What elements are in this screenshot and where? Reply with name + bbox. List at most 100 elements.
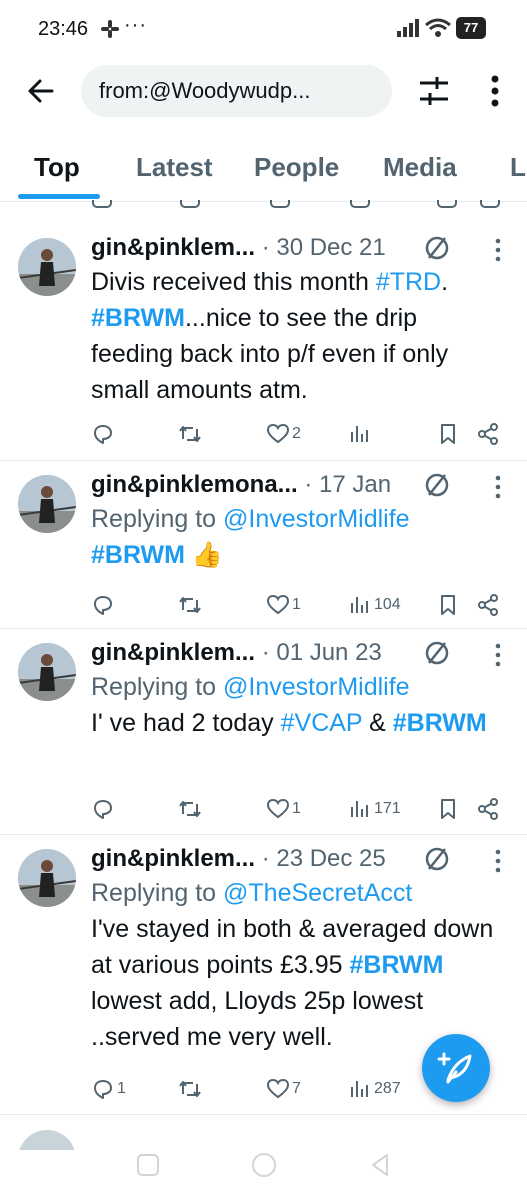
tab-lists[interactable]: Li xyxy=(510,152,527,183)
heart-icon xyxy=(266,594,290,615)
author-name[interactable]: gin&pinklem... xyxy=(91,845,255,872)
bookmark-icon[interactable] xyxy=(437,200,457,208)
author-name[interactable]: gin&pinklem... xyxy=(91,234,255,261)
hashtag-link[interactable]: #TRD xyxy=(376,268,441,296)
reply-handle-link[interactable]: @TheSecretAcct xyxy=(223,879,412,907)
arrow-left-icon[interactable] xyxy=(24,74,58,108)
views-button[interactable]: 287 xyxy=(348,1075,401,1103)
bookmark-button[interactable] xyxy=(436,591,460,619)
like-button[interactable]: 7 xyxy=(266,1075,301,1103)
hashtag-link[interactable]: #BRWM xyxy=(350,951,444,979)
more-vertical-icon[interactable] xyxy=(487,473,509,501)
reply-icon[interactable] xyxy=(92,200,112,208)
replying-to: Replying to @TheSecretAcct xyxy=(91,875,503,911)
more-vertical-icon[interactable] xyxy=(487,847,509,875)
tweet-date[interactable]: · 23 Dec 25 xyxy=(262,845,386,872)
replying-to: Replying to @InvestorMidlife xyxy=(91,669,503,705)
avatar[interactable] xyxy=(18,643,76,701)
hashtag-link[interactable]: #BRWM xyxy=(91,541,185,569)
reply-button[interactable]: 1 xyxy=(91,1075,126,1103)
reply-button[interactable] xyxy=(91,591,117,619)
hashtag-link[interactable]: #VCAP xyxy=(281,709,363,737)
view-count: 287 xyxy=(374,1080,401,1097)
views-icon xyxy=(351,597,368,613)
views-button[interactable]: 171 xyxy=(348,795,401,823)
more-vertical-icon[interactable] xyxy=(487,236,509,264)
share-icon xyxy=(478,798,498,820)
retweet-icon[interactable] xyxy=(180,200,200,208)
replying-to-label: Replying to xyxy=(91,505,224,533)
share-button[interactable] xyxy=(476,420,500,448)
bookmark-button[interactable] xyxy=(436,420,460,448)
tweet-text-run: . xyxy=(441,268,449,296)
replying-to-label: Replying to xyxy=(91,673,224,701)
share-button[interactable] xyxy=(476,795,500,823)
tab-media[interactable]: Media xyxy=(383,152,457,183)
tweet-actions: 1 171 xyxy=(91,795,511,823)
reply-handle-link[interactable]: @InvestorMidlife xyxy=(223,505,410,533)
grok-icon[interactable] xyxy=(423,471,451,499)
replying-to-label: Replying to xyxy=(91,879,224,907)
more-vertical-icon[interactable] xyxy=(480,72,510,110)
tweet[interactable]: gin&pinklemona... · 17 Jan Replying to @… xyxy=(0,461,527,629)
like-count: 2 xyxy=(292,425,301,442)
compose-button[interactable] xyxy=(422,1034,490,1102)
next-tweet-peek xyxy=(0,1116,527,1150)
grok-icon[interactable] xyxy=(423,845,451,873)
view-count: 104 xyxy=(374,596,401,613)
like-button[interactable]: 1 xyxy=(266,591,301,619)
share-icon[interactable] xyxy=(480,200,500,208)
reply-button[interactable] xyxy=(91,795,117,823)
tweet-date[interactable]: · 17 Jan xyxy=(304,471,391,498)
back-triangle-icon[interactable] xyxy=(370,1153,390,1177)
more-vertical-icon[interactable] xyxy=(487,641,509,669)
share-icon xyxy=(478,594,498,616)
avatar[interactable] xyxy=(18,475,76,533)
search-tabs: Top Latest People Media Li xyxy=(0,126,527,202)
tweet-body: Divis received this month #TRD. #BRWM...… xyxy=(91,264,503,408)
compose-icon xyxy=(437,1052,472,1084)
author-name[interactable]: gin&pinklem... xyxy=(91,639,255,666)
like-button[interactable]: 2 xyxy=(266,420,301,448)
grok-icon[interactable] xyxy=(423,234,451,262)
avatar[interactable] xyxy=(18,1130,76,1150)
hashtag-link[interactable]: #BRWM xyxy=(91,304,185,332)
author-name[interactable]: gin&pinklemona... xyxy=(91,471,298,498)
retweet-button[interactable] xyxy=(178,591,204,619)
tab-top[interactable]: Top xyxy=(34,152,80,183)
like-count: 7 xyxy=(292,1080,301,1097)
views-button[interactable] xyxy=(348,420,374,448)
recents-button[interactable] xyxy=(137,1154,159,1176)
active-tab-indicator xyxy=(18,194,100,199)
tweet-text: Divis received this month #TRD. #BRWM...… xyxy=(91,264,503,408)
avatar[interactable] xyxy=(18,238,76,296)
tune-icon[interactable] xyxy=(417,74,451,108)
tab-latest[interactable]: Latest xyxy=(136,152,213,183)
replying-to: Replying to @InvestorMidlife xyxy=(91,501,503,537)
retweet-button[interactable] xyxy=(178,1075,204,1103)
share-button[interactable] xyxy=(476,591,500,619)
reply-icon xyxy=(94,1080,112,1099)
tweet[interactable]: gin&pinklem... · 01 Jun 23 Replying to @… xyxy=(0,629,527,835)
tweet-date[interactable]: · 01 Jun 23 xyxy=(262,639,382,666)
like-icon[interactable] xyxy=(270,200,290,208)
reply-handle-link[interactable]: @InvestorMidlife xyxy=(223,673,410,701)
home-button[interactable] xyxy=(252,1153,276,1177)
retweet-button[interactable] xyxy=(178,795,204,823)
bookmark-button[interactable] xyxy=(436,795,460,823)
avatar[interactable] xyxy=(18,849,76,907)
search-input[interactable]: from:@Woodywudp... xyxy=(81,65,392,117)
reply-icon xyxy=(94,596,112,615)
tweet[interactable]: gin&pinklem... · 30 Dec 21 Divis receive… xyxy=(0,224,527,461)
views-icon[interactable] xyxy=(350,200,370,208)
retweet-button[interactable] xyxy=(178,420,204,448)
tweet-date[interactable]: · 30 Dec 21 xyxy=(262,234,386,261)
like-button[interactable]: 1 xyxy=(266,795,301,823)
tab-people[interactable]: People xyxy=(254,152,339,183)
hashtag-link[interactable]: #BRWM xyxy=(393,709,487,737)
grok-icon[interactable] xyxy=(423,639,451,667)
views-button[interactable]: 104 xyxy=(348,591,401,619)
retweet-icon xyxy=(179,801,201,817)
reply-button[interactable] xyxy=(91,420,117,448)
tweet-text-run: lowest add, Lloyds 25p lowest ..served m… xyxy=(91,987,424,1051)
